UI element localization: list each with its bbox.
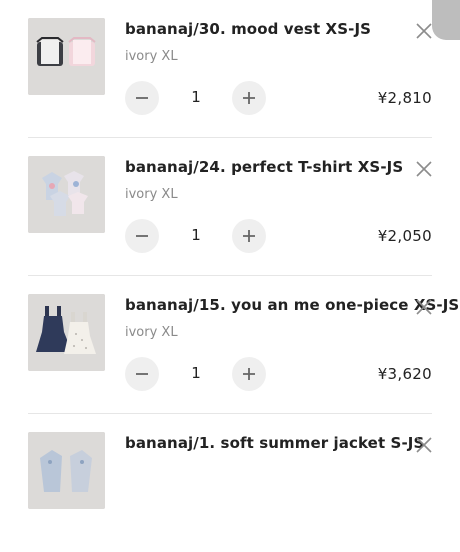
- tshirt-photo-icon: [28, 156, 105, 233]
- decrease-quantity-button[interactable]: [125, 357, 159, 391]
- plus-icon: [243, 230, 255, 242]
- increase-quantity-button[interactable]: [232, 219, 266, 253]
- quantity-value: 1: [191, 88, 201, 106]
- decrease-quantity-button[interactable]: [125, 81, 159, 115]
- minus-icon: [136, 373, 148, 375]
- increase-quantity-button[interactable]: [232, 357, 266, 391]
- mood-vest-photo-icon: [28, 18, 105, 95]
- cart-item: bananaj/24. perfect T-shirt XS-JS ivory …: [0, 138, 460, 276]
- increase-quantity-button[interactable]: [232, 81, 266, 115]
- cart-item: bananaj/1. soft summer jacket S-JS: [0, 414, 460, 552]
- jacket-photo-icon: [28, 432, 105, 509]
- one-piece-photo-icon: [28, 294, 105, 371]
- item-price: ¥2,810: [377, 89, 432, 107]
- remove-item-button[interactable]: [414, 297, 434, 317]
- product-title[interactable]: bananaj/24. perfect T-shirt XS-JS: [125, 158, 403, 176]
- quantity-value: 1: [191, 364, 201, 382]
- remove-item-button[interactable]: [414, 159, 434, 179]
- cart-item: bananaj/15. you an me one-piece XS-JS iv…: [0, 276, 460, 414]
- remove-item-button[interactable]: [414, 435, 434, 455]
- close-icon: [416, 23, 432, 39]
- item-price: ¥2,050: [377, 227, 432, 245]
- plus-icon: [243, 368, 255, 380]
- decrease-quantity-button[interactable]: [125, 219, 159, 253]
- product-thumbnail[interactable]: [28, 18, 105, 95]
- close-icon: [416, 437, 432, 453]
- product-thumbnail[interactable]: [28, 432, 105, 509]
- close-icon: [416, 161, 432, 177]
- product-thumbnail[interactable]: [28, 294, 105, 371]
- plus-icon: [243, 92, 255, 104]
- remove-item-button[interactable]: [414, 21, 434, 41]
- minus-icon: [136, 235, 148, 237]
- product-variant: ivory XL: [125, 325, 178, 340]
- product-title[interactable]: bananaj/15. you an me one-piece XS-JS: [125, 296, 459, 314]
- close-icon: [416, 299, 432, 315]
- product-variant: ivory XL: [125, 49, 178, 64]
- cart-item: bananaj/30. mood vest XS-JS ivory XL 1 ¥…: [0, 0, 460, 138]
- quantity-value: 1: [191, 226, 201, 244]
- product-title[interactable]: bananaj/1. soft summer jacket S-JS: [125, 434, 424, 452]
- product-title[interactable]: bananaj/30. mood vest XS-JS: [125, 20, 371, 38]
- product-variant: ivory XL: [125, 187, 178, 202]
- minus-icon: [136, 97, 148, 99]
- item-price: ¥3,620: [377, 365, 432, 383]
- product-thumbnail[interactable]: [28, 156, 105, 233]
